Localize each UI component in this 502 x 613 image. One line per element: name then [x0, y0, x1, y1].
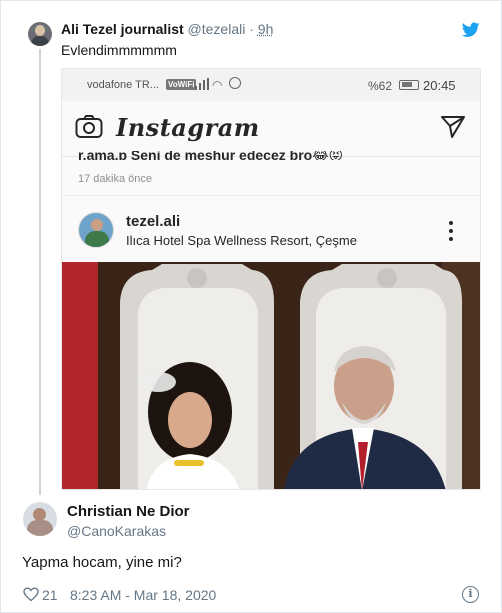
thread-line — [39, 49, 41, 495]
camera-icon — [75, 115, 103, 138]
twitter-bird-icon[interactable] — [462, 22, 480, 38]
wedding-photo — [62, 262, 480, 489]
quoted-author-line: Ali Tezel journalist @tezelali · 9h — [61, 21, 273, 37]
instagram-header: Instagram — [62, 101, 480, 157]
wifi-icon: ◠ — [212, 78, 223, 92]
reply-author-handle[interactable]: @CanoKarakas — [67, 523, 166, 539]
quoted-tweet-text: Evlendimmmmmm — [61, 42, 177, 58]
phone-status-bar: vodafone TR... VoWiFi ◠ %62 20:45 — [62, 69, 480, 101]
status-clock: 20:45 — [423, 78, 456, 93]
divider — [62, 195, 480, 196]
quoted-author-handle[interactable]: @tezelali — [188, 21, 246, 37]
reply-author-avatar[interactable] — [23, 502, 57, 536]
comment-partial: r.ama.p Seni de meshur edecez bro😂😝 — [78, 151, 344, 160]
instagram-logo: Instagram — [116, 113, 260, 142]
quoted-author-avatar[interactable] — [28, 22, 52, 46]
info-icon[interactable]: i — [462, 586, 479, 603]
reply-timestamp[interactable]: 8:23 AM - Mar 18, 2020 — [70, 587, 216, 603]
vowifi-badge: VoWiFi — [166, 79, 197, 90]
signal-icon — [195, 78, 209, 90]
more-options-icon — [448, 221, 454, 241]
quoted-tweet-time[interactable]: 9h — [258, 21, 274, 37]
heart-icon[interactable] — [23, 587, 39, 602]
battery-icon — [399, 80, 419, 90]
attached-screenshot-image[interactable]: vodafone TR... VoWiFi ◠ %62 20:45 Instag… — [61, 68, 481, 490]
reply-text: Yapma hocam, yine mi? — [22, 554, 182, 571]
battery-percent: %62 — [368, 79, 393, 93]
post-username: tezel.ali — [126, 213, 181, 230]
quoted-author-name[interactable]: Ali Tezel journalist — [61, 21, 184, 37]
comment-time: 17 dakika önce — [78, 173, 152, 185]
post-location: Ilıca Hotel Spa Wellness Resort, Çeşme — [126, 233, 357, 248]
reply-author-name[interactable]: Christian Ne Dior — [67, 503, 190, 520]
separator-dot: · — [249, 21, 254, 37]
like-count[interactable]: 21 — [42, 587, 58, 603]
send-icon — [441, 116, 465, 138]
tweet-card: Ali Tezel journalist @tezelali · 9h Evle… — [0, 0, 502, 613]
whatsapp-icon — [229, 77, 241, 89]
post-author-avatar — [78, 212, 114, 248]
carrier-label: vodafone TR... — [87, 79, 159, 91]
